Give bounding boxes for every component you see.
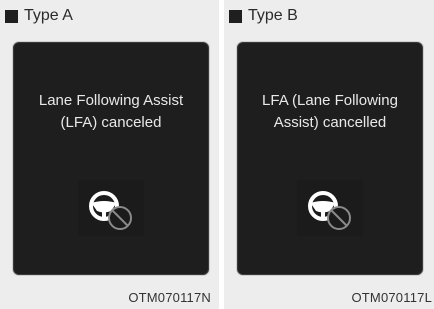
- panel-header: Type B: [229, 7, 298, 25]
- panel-label: Type B: [248, 7, 298, 24]
- display-message: LFA (Lane Following Assist) cancelled: [243, 90, 417, 134]
- message-line-2: Assist) cancelled: [273, 114, 387, 131]
- figure-code: OTM070117N: [128, 290, 211, 305]
- display-message: Lane Following Assist (LFA) canceled: [19, 90, 203, 134]
- bullet-square-icon: [5, 9, 18, 23]
- steering-wheel-canceled-icon: [78, 180, 144, 236]
- steering-wheel-canceled-icon: [297, 180, 363, 236]
- panel-type-b: Type B LFA (Lane Following Assist) cance…: [224, 0, 434, 309]
- message-line-2: (LFA) canceled: [60, 114, 162, 131]
- figure-code: OTM070117L: [351, 290, 432, 305]
- message-line-1: Lane Following Assist: [38, 92, 184, 109]
- message-line-1: LFA (Lane Following: [262, 92, 398, 109]
- cluster-display: LFA (Lane Following Assist) cancelled: [236, 41, 424, 276]
- panel-header: Type A: [5, 7, 73, 25]
- bullet-square-icon: [229, 9, 242, 23]
- panel-type-a: Type A Lane Following Assist (LFA) cance…: [0, 0, 219, 309]
- panel-label: Type A: [24, 7, 73, 24]
- cluster-display: Lane Following Assist (LFA) canceled: [12, 41, 210, 276]
